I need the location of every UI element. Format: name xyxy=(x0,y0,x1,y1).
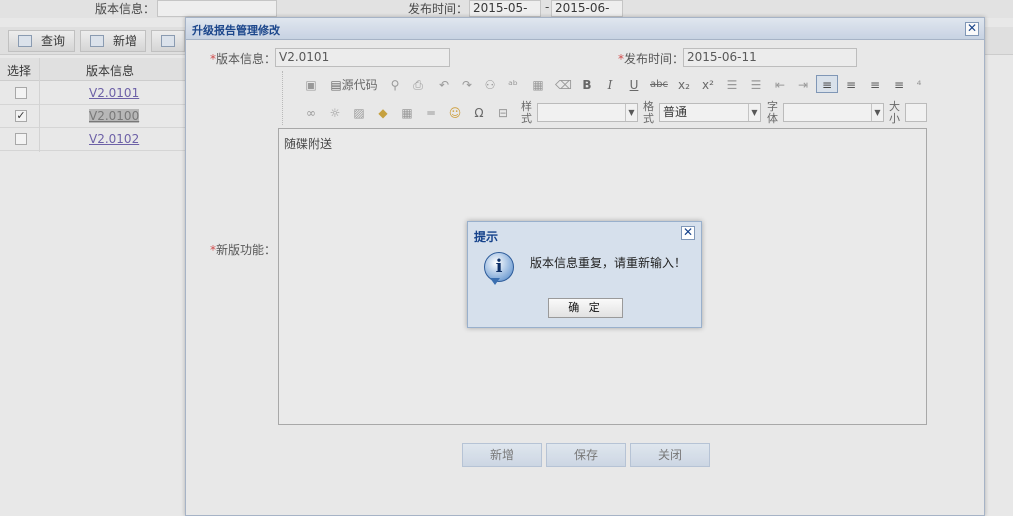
alert-close-icon[interactable]: ✕ xyxy=(681,226,695,240)
alert-dialog: 提示 ✕ i 版本信息重复，请重新输入！ 确 定 xyxy=(467,221,702,328)
alert-message: 版本信息重复，请重新输入！ xyxy=(530,256,687,270)
alert-ok-button[interactable]: 确 定 xyxy=(548,298,623,318)
info-icon-tail xyxy=(490,278,500,285)
alert-title: 提示 xyxy=(474,230,499,244)
